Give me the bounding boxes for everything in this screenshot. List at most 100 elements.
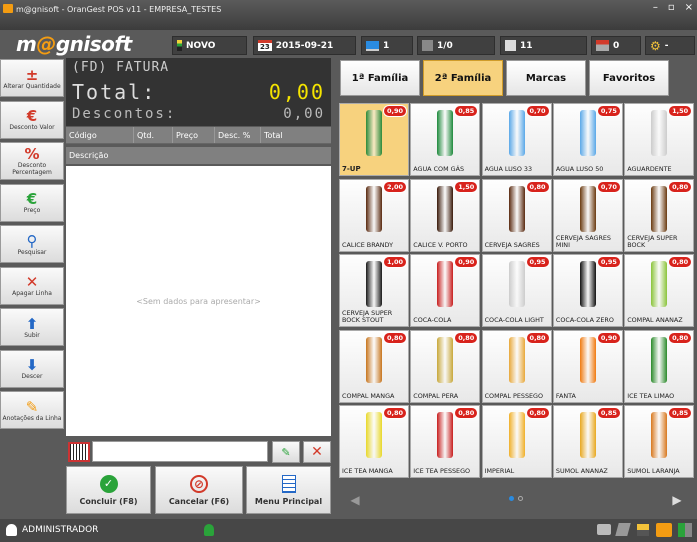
product-tile[interactable]: 0,80 IMPERIAL — [481, 405, 552, 478]
close-button[interactable]: × — [685, 2, 693, 13]
product-name: CALICE V. PORTO — [413, 240, 468, 249]
tab-second-family[interactable]: 2ª Família — [423, 60, 503, 96]
price-badge: 2,00 — [382, 180, 407, 193]
product-tile[interactable]: 1,50 CALICE V. PORTO — [410, 178, 481, 252]
product-tile[interactable]: 0,80 COMPAL PERA — [410, 329, 481, 403]
product-tile[interactable]: 2,00 CALICE BRANDY — [339, 178, 409, 252]
printer-icon[interactable] — [597, 524, 611, 535]
search-icon: ⚲ — [26, 231, 38, 250]
terminal-display[interactable]: 1 — [361, 36, 413, 55]
products-grid: 0,90 7-UP 0,85 AGUA COM GÁS 0,70 AGUA LUSO 33… — [337, 102, 695, 482]
product-name: ICE TEA MANGA — [342, 467, 393, 475]
maximize-button[interactable]: ▫ — [668, 2, 675, 13]
display-icon[interactable] — [656, 523, 672, 537]
lines-grid[interactable]: <Sem dados para apresentar> — [66, 166, 331, 436]
product-tile[interactable]: 0,80 COMPAL MANGA — [339, 329, 409, 403]
barcode-input[interactable] — [92, 441, 268, 462]
delete-line-button[interactable]: ✕ Apagar Linha — [0, 266, 64, 305]
move-down-button[interactable]: ⬇ Descer — [0, 349, 64, 388]
next-page-button[interactable]: ▶ — [661, 486, 693, 514]
date-display[interactable]: 23 2015-09-21 — [253, 36, 356, 55]
product-name: COMPAL PESSEGO — [484, 391, 544, 400]
product-tile[interactable]: 0,80 CERVEJA SAGRES — [481, 178, 552, 252]
move-up-button[interactable]: ⬆ Subir — [0, 308, 64, 346]
cash-drawer-icon — [596, 40, 609, 51]
product-tile[interactable]: 0,80 ICE TEA PESSEGO — [410, 405, 481, 478]
product-tile[interactable]: 0,80 COMPAL ANANAZ — [624, 254, 695, 327]
product-tile[interactable]: 1,00 CERVEJA SUPER BOCK STOUT — [339, 254, 409, 327]
cancel-button[interactable]: ⊘ Cancelar (F6) — [155, 466, 243, 514]
column-header[interactable]: Qtd. — [134, 127, 173, 143]
product-image — [508, 412, 525, 458]
price-badge: 0,80 — [525, 180, 550, 193]
main-menu-button[interactable]: Menu Principal — [246, 466, 331, 514]
pages-display[interactable]: 1/0 — [417, 36, 495, 55]
previous-page-button[interactable]: ◀ — [339, 486, 371, 514]
column-header[interactable]: Desc. % — [215, 127, 261, 143]
product-tile[interactable]: 0,75 AGUA LUSO 50 — [552, 103, 623, 176]
total-value: 0,00 — [268, 80, 325, 104]
cash-display[interactable]: 0 — [591, 36, 641, 55]
network-icon[interactable] — [678, 523, 692, 537]
sum-icon: ± — [25, 65, 39, 84]
product-tile[interactable]: 0,95 COCA-COLA LIGHT — [481, 254, 552, 327]
change-quantity-button[interactable]: ± Alterar Quantidade — [0, 59, 64, 97]
search-button[interactable]: ⚲ Pesquisar — [0, 225, 64, 263]
discount-value: 0,00 — [283, 106, 325, 122]
product-tile[interactable]: 0,80 ICE TEA LIMAO — [624, 329, 695, 403]
conclude-button[interactable]: ✓ Concluir (F8) — [66, 466, 151, 514]
document-type: (FD) FATURA — [72, 60, 170, 75]
product-tile[interactable]: 0,80 ICE TEA MANGA — [339, 405, 409, 478]
product-name: CERVEJA SUPER BOCK STOUT — [342, 309, 393, 324]
product-tile[interactable]: 0,90 FANTA — [552, 329, 623, 403]
discount-value-button[interactable]: € Desconto Valor — [0, 100, 64, 139]
sidebar-label: Descer — [21, 373, 43, 380]
description-header: Descrição — [66, 147, 331, 164]
sidebar-label: Pesquisar — [17, 248, 47, 256]
new-document-icon — [177, 40, 182, 51]
product-image — [579, 261, 596, 307]
discount-percent-button[interactable]: % Desconto Percentagem — [0, 142, 64, 180]
edit-button[interactable]: ✎ — [272, 441, 300, 463]
sidebar-label: Anotações da Linha — [2, 414, 62, 422]
product-name: AGUA LUSO 50 — [555, 165, 604, 173]
product-tile[interactable]: 0,90 COCA-COLA — [410, 254, 481, 327]
product-tile[interactable]: 0,80 CERVEJA SUPER BOCK — [624, 178, 695, 252]
product-tile[interactable]: 0,80 COMPAL PESSEGO — [481, 329, 552, 403]
page-dot[interactable] — [518, 496, 523, 501]
status-bar: ADMINISTRADOR — [0, 519, 697, 542]
product-tile[interactable]: 0,85 SUMOL LARANJA — [624, 405, 695, 478]
drawer-icon[interactable] — [637, 524, 649, 536]
items-display[interactable]: 11 — [500, 36, 587, 55]
product-tile[interactable]: 0,90 7-UP — [339, 103, 409, 176]
product-image — [437, 412, 454, 458]
product-tile[interactable]: 0,85 AGUA COM GÁS — [410, 103, 481, 176]
tab-favorites[interactable]: Favoritos — [589, 60, 669, 96]
clear-button[interactable]: ✕ — [303, 441, 331, 463]
scanner-icon[interactable] — [615, 523, 631, 536]
product-tile[interactable]: 1,50 AGUARDENTE — [624, 103, 695, 176]
barcode-row: ✎ ✕ — [66, 440, 331, 464]
settings-button[interactable]: ⚙ - — [645, 36, 695, 55]
page-dot[interactable] — [509, 496, 514, 501]
price-button[interactable]: € Preço — [0, 183, 64, 222]
column-header[interactable]: Total — [261, 127, 331, 143]
price-badge: 1,50 — [668, 105, 693, 117]
product-tile[interactable]: 0,95 COCA-COLA ZERO — [552, 254, 623, 327]
minimize-button[interactable]: – — [653, 2, 658, 13]
new-button[interactable]: NOVO — [172, 36, 247, 55]
product-tile[interactable]: 0,70 CERVEJA SAGRES MINI — [552, 178, 623, 252]
check-icon: ✓ — [99, 474, 118, 493]
tab-first-family[interactable]: 1ª Família — [340, 60, 420, 96]
product-image — [508, 110, 525, 156]
tab-brands[interactable]: Marcas — [506, 60, 586, 96]
line-notes-button[interactable]: ✎ Anotações da Linha — [0, 391, 64, 429]
column-header[interactable]: Código — [66, 127, 134, 143]
column-header[interactable]: Preço — [173, 127, 215, 143]
price-badge: 0,95 — [525, 256, 550, 268]
close-icon: ✕ — [311, 444, 323, 460]
product-image — [651, 185, 668, 232]
sidebar-label: Subir — [24, 331, 40, 339]
product-tile[interactable]: 0,85 SUMOL ANANAZ — [552, 405, 623, 478]
product-tile[interactable]: 0,70 AGUA LUSO 33 — [481, 103, 552, 176]
